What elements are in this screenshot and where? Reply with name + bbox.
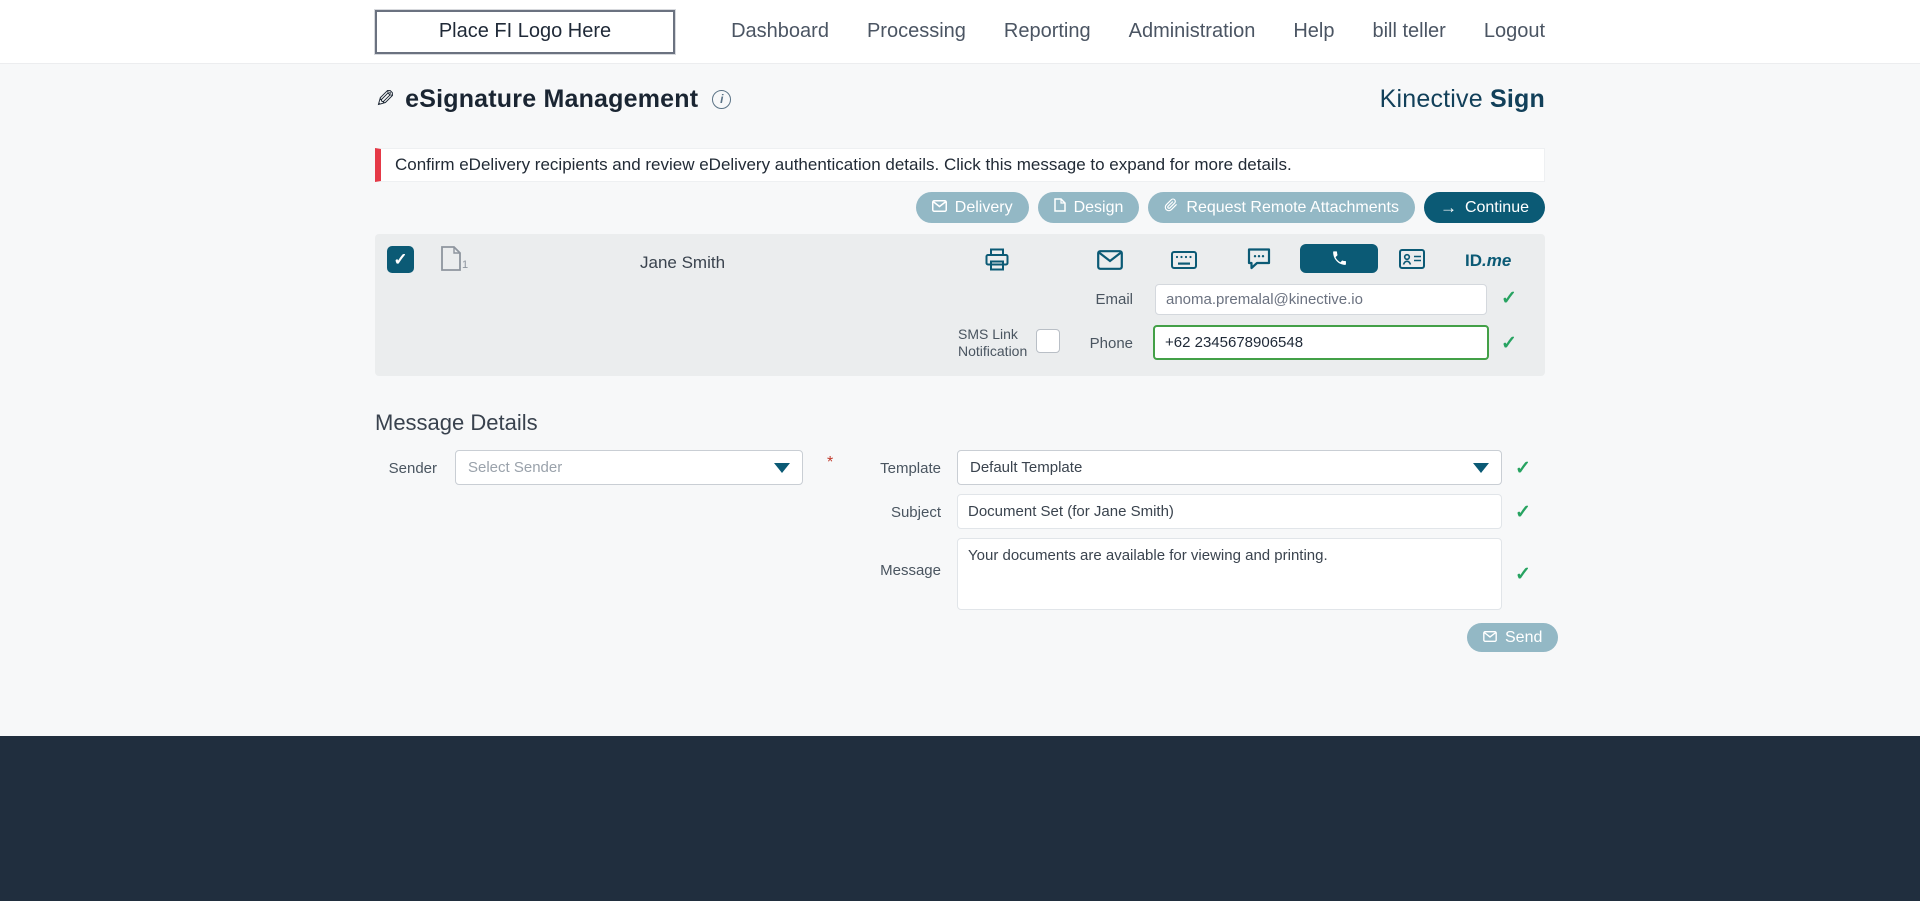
chevron-down-icon — [774, 463, 790, 473]
delivery-label: Delivery — [954, 198, 1013, 216]
check-icon: ✓ — [393, 249, 408, 269]
design-label: Design — [1073, 198, 1124, 216]
id-card-auth-icon[interactable] — [1399, 249, 1425, 269]
arrow-right-icon: → — [1439, 198, 1457, 217]
phone-input[interactable] — [1153, 325, 1489, 360]
recipient-card: ✓ 1 Jane Smith ID.me Email anoma.premala… — [375, 234, 1545, 376]
template-label: Template — [880, 460, 941, 477]
subject-input[interactable] — [957, 494, 1502, 529]
brand-name: Kinective — [1379, 84, 1483, 113]
document-count-icon: 1 — [441, 246, 468, 271]
send-envelope-icon — [1483, 629, 1497, 647]
idme-auth-icon[interactable]: ID.me — [1465, 251, 1511, 271]
brand-logo: Kinective Sign — [1380, 85, 1545, 114]
sender-dropdown[interactable]: Select Sender — [455, 450, 803, 485]
main-content: ✎ eSignature Management i Kinective Sign… — [0, 64, 1920, 736]
idme-me-text: .me — [1482, 251, 1512, 270]
sender-placeholder: Select Sender — [468, 459, 563, 476]
document-icon — [1053, 198, 1066, 217]
sender-label: Sender — [388, 460, 437, 477]
sms-link-notification-label: SMS Link Notification — [958, 326, 1028, 359]
print-icon[interactable] — [985, 248, 1009, 271]
nav-help[interactable]: Help — [1293, 20, 1334, 43]
message-textarea[interactable]: Your documents are available for viewing… — [957, 538, 1502, 610]
request-remote-attachments-button[interactable]: Request Remote Attachments — [1148, 192, 1415, 223]
sms-link-notification-checkbox[interactable] — [1036, 329, 1060, 353]
design-button[interactable]: Design — [1037, 192, 1140, 223]
email-valid-check-icon: ✓ — [1501, 288, 1517, 309]
nav-processing[interactable]: Processing — [867, 20, 966, 43]
continue-button[interactable]: → Continue — [1423, 192, 1545, 223]
nav-dashboard[interactable]: Dashboard — [731, 20, 829, 43]
email-auth-icon[interactable] — [1097, 250, 1123, 270]
recipient-checkbox[interactable]: ✓ — [387, 246, 414, 273]
edelivery-alert-banner[interactable]: Confirm eDelivery recipients and review … — [375, 148, 1545, 182]
nav-reporting[interactable]: Reporting — [1004, 20, 1091, 43]
message-details-form: Sender Select Sender * Template Default … — [375, 450, 1559, 665]
continue-label: Continue — [1464, 198, 1529, 216]
subject-label: Subject — [890, 504, 941, 521]
nav-administration[interactable]: Administration — [1129, 20, 1256, 43]
keyboard-auth-icon[interactable] — [1171, 251, 1197, 269]
send-label: Send — [1505, 628, 1543, 646]
envelope-icon — [931, 199, 947, 217]
phone-valid-check-icon: ✓ — [1501, 333, 1517, 354]
template-valid-check-icon: ✓ — [1515, 458, 1531, 479]
brand-product: Sign — [1490, 84, 1545, 113]
message-valid-check-icon: ✓ — [1515, 564, 1531, 585]
message-label: Message — [880, 562, 941, 579]
nav-logout[interactable]: Logout — [1484, 20, 1545, 43]
paperclip-icon — [1164, 198, 1178, 217]
sms-chat-auth-icon[interactable] — [1247, 248, 1271, 270]
idme-id-text: ID — [1465, 251, 1482, 270]
request-remote-attachments-label: Request Remote Attachments — [1186, 198, 1399, 216]
subject-valid-check-icon: ✓ — [1515, 502, 1531, 523]
page-title: eSignature Management — [405, 84, 699, 113]
top-bar: Place FI Logo Here Dashboard Processing … — [0, 0, 1920, 64]
message-details-heading: Message Details — [375, 410, 538, 435]
nav-bill-teller[interactable]: bill teller — [1372, 20, 1445, 43]
chevron-down-icon — [1473, 463, 1489, 473]
email-label: Email — [1095, 291, 1133, 308]
phone-label: Phone — [1089, 335, 1133, 352]
alert-text: Confirm eDelivery recipients and review … — [395, 155, 1292, 174]
fi-logo-placeholder: Place FI Logo Here — [374, 8, 676, 55]
main-nav: Dashboard Processing Reporting Administr… — [731, 20, 1545, 43]
template-selected-value: Default Template — [970, 459, 1083, 476]
footer-bar — [0, 736, 1920, 901]
document-count: 1 — [462, 259, 469, 271]
info-icon[interactable]: i — [712, 89, 732, 109]
signature-pen-icon: ✎ — [375, 85, 396, 113]
delivery-button[interactable]: Delivery — [915, 192, 1029, 223]
action-button-row: Delivery Design Request Remote Attachmen… — [375, 192, 1545, 223]
template-dropdown[interactable]: Default Template — [957, 450, 1502, 485]
phone-auth-icon-selected[interactable] — [1300, 244, 1378, 273]
email-input[interactable] — [1155, 284, 1487, 315]
phone-icon — [1332, 251, 1346, 265]
page-header: ✎ eSignature Management i Kinective Sign — [375, 84, 1545, 114]
recipient-name: Jane Smith — [640, 253, 726, 272]
send-button[interactable]: Send — [1467, 623, 1559, 652]
